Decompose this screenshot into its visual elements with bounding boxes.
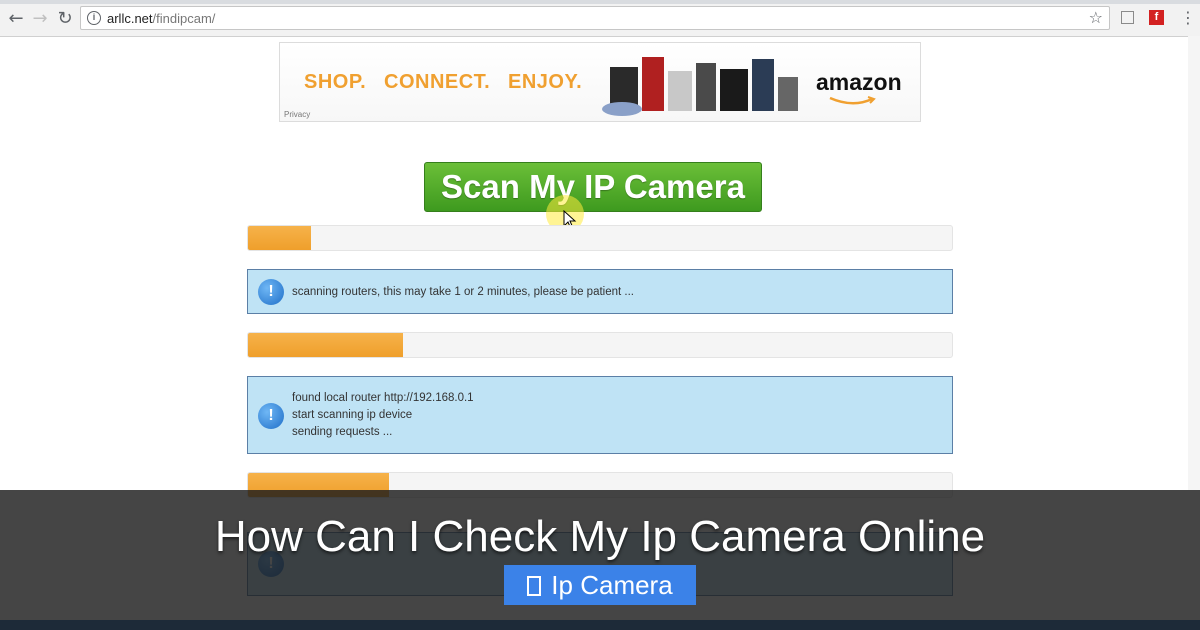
progress-fill — [248, 226, 312, 250]
alert-text: scanning routers, this may take 1 or 2 m… — [292, 284, 634, 301]
reload-icon[interactable]: ↻ — [53, 6, 77, 30]
os-taskbar — [0, 620, 1200, 630]
info-alert: ! scanning routers, this may take 1 or 2… — [247, 269, 953, 314]
back-icon[interactable]: ← — [4, 6, 28, 30]
ad-word-enjoy: ENJOY. — [508, 71, 583, 93]
category-tag-label: Ip Camera — [551, 570, 673, 600]
tag-icon — [527, 576, 542, 596]
progress-fill — [248, 333, 403, 357]
scan-ip-camera-button[interactable]: Scan My IP Camera — [424, 162, 762, 212]
ad-word-shop: SHOP. — [304, 71, 367, 93]
progress-bar — [247, 332, 953, 358]
alert-line: found local router http://192.168.0.1 — [292, 392, 474, 404]
category-tag[interactable]: Ip Camera — [504, 565, 696, 605]
info-exclamation-icon: ! — [258, 279, 284, 305]
flash-extension-icon[interactable]: f — [1149, 10, 1164, 25]
alert-line: sending requests ... — [292, 426, 393, 438]
url-path: /findipcam/ — [152, 11, 216, 26]
cast-icon[interactable] — [1121, 11, 1134, 24]
url-domain: arllc.net — [107, 11, 153, 26]
alert-line: scanning routers, this may take 1 or 2 m… — [292, 286, 634, 298]
alert-line: start scanning ip device — [292, 409, 413, 421]
menu-kebab-icon[interactable]: ⋮ — [1180, 8, 1196, 28]
tab-strip — [0, 0, 1200, 4]
alert-text: found local router http://192.168.0.1 st… — [292, 390, 474, 441]
progress-bar — [247, 225, 953, 251]
url-text: arllc.net/findipcam/ — [107, 11, 215, 26]
info-alert: ! found local router http://192.168.0.1 … — [247, 376, 953, 454]
ad-banner[interactable]: SHOP. CONNECT. ENJOY. amazon Privacy — [279, 42, 921, 122]
ad-word-connect: CONNECT. — [384, 71, 491, 93]
address-bar[interactable]: i arllc.net/findipcam/ ☆ — [80, 6, 1110, 30]
ad-privacy-link[interactable]: Privacy — [284, 110, 310, 119]
scrollbar[interactable] — [1188, 36, 1200, 490]
site-info-icon[interactable]: i — [87, 11, 101, 25]
amazon-smile-icon — [829, 96, 876, 105]
video-title: How Can I Check My Ip Camera Online — [214, 512, 986, 561]
amazon-logo: amazon — [816, 69, 902, 95]
ad-products-image — [602, 57, 798, 116]
info-exclamation-icon: ! — [258, 403, 284, 429]
forward-icon[interactable]: → — [28, 6, 52, 30]
bookmark-star-icon[interactable]: ☆ — [1089, 8, 1103, 27]
